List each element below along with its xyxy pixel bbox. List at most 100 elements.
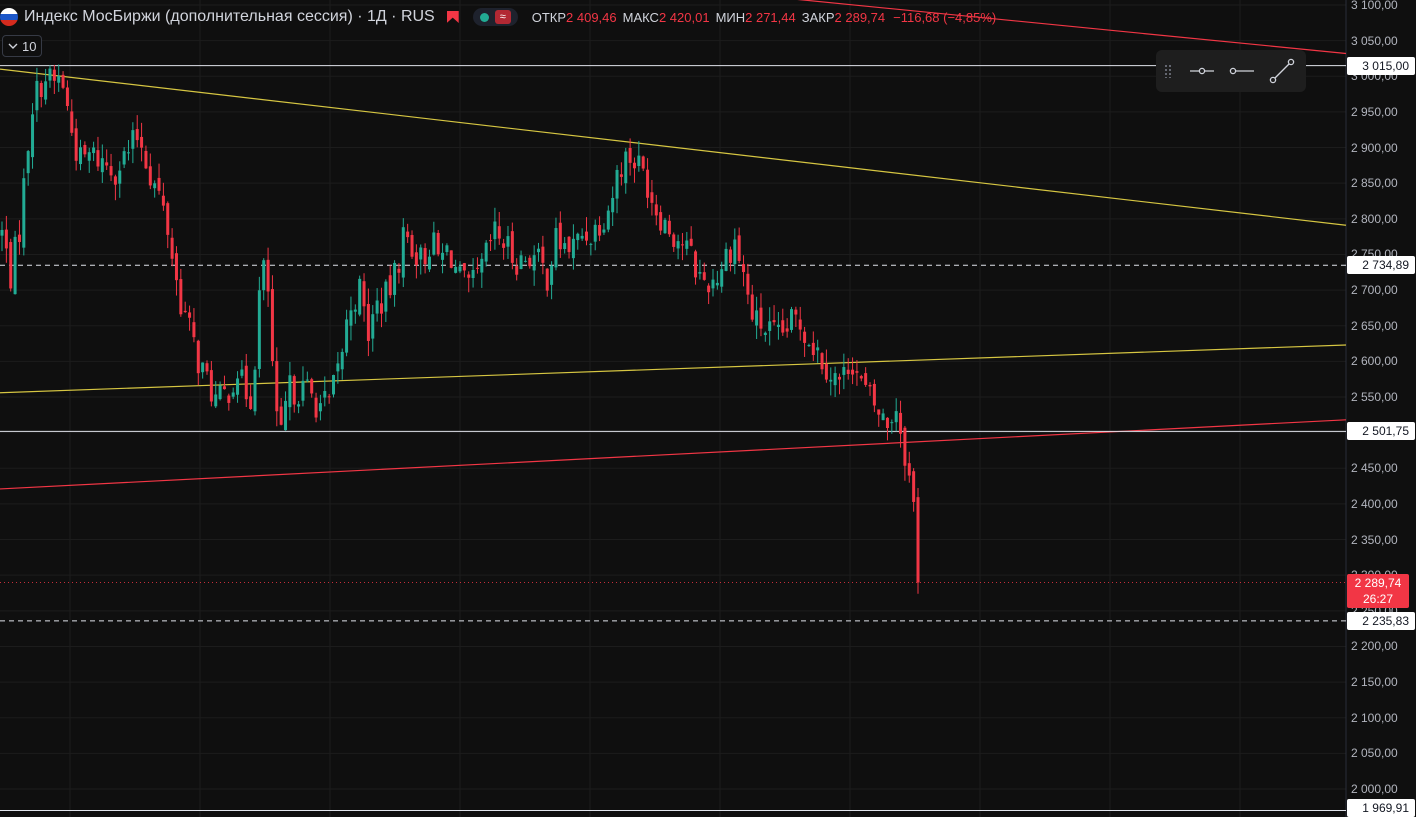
candle-body — [506, 236, 510, 247]
candle-body — [833, 373, 837, 386]
price-chart[interactable] — [0, 0, 1416, 817]
candle — [685, 231, 689, 256]
candle-body — [349, 310, 353, 326]
drag-handle-icon[interactable] — [1164, 64, 1172, 78]
horizontal-ray-tool[interactable] — [1182, 56, 1222, 86]
candle — [615, 165, 619, 214]
open-label: ОТКР — [531, 9, 567, 25]
candle-body — [332, 375, 336, 395]
candle — [279, 397, 283, 426]
candle — [912, 468, 916, 512]
candle-body — [105, 162, 109, 166]
price-axis-tick: 3 100,00 — [1351, 0, 1398, 12]
candle — [537, 242, 541, 262]
candle-body — [288, 375, 292, 408]
candle-body — [310, 379, 314, 394]
candle — [811, 331, 815, 362]
candle-body — [554, 228, 558, 268]
candle — [619, 162, 623, 186]
drawing-toolbar — [1156, 50, 1306, 92]
candle-body — [4, 229, 8, 249]
candle — [188, 305, 192, 331]
price-axis-tick: 2 050,00 — [1351, 746, 1398, 761]
candle-body — [74, 128, 78, 161]
candle-body — [209, 370, 213, 402]
indicators-toggle-button[interactable]: 10 — [2, 35, 43, 57]
candle-body — [83, 144, 87, 155]
candle-body — [776, 324, 780, 327]
candle-body — [427, 256, 431, 270]
candle-body — [907, 463, 911, 476]
candle-body — [550, 265, 554, 285]
price-level-tag: 3 015,00 — [1347, 56, 1415, 75]
candle-body — [166, 203, 170, 235]
candle-body — [410, 235, 414, 257]
candle — [275, 347, 279, 427]
candle-body — [257, 290, 261, 369]
candle — [550, 261, 554, 300]
trend-line-tool[interactable] — [1262, 56, 1302, 86]
candle — [510, 222, 514, 270]
candle-body — [632, 162, 636, 169]
candle — [297, 400, 301, 414]
candle-body — [545, 268, 549, 291]
candle-body — [48, 68, 52, 81]
market-status[interactable]: ≈ — [472, 8, 518, 26]
candle-body — [689, 238, 693, 246]
candle — [406, 223, 410, 243]
candle-body — [720, 269, 724, 287]
candle — [410, 230, 414, 259]
candle — [663, 217, 667, 234]
candle — [4, 215, 8, 263]
candle — [772, 305, 776, 326]
candle — [624, 147, 628, 194]
candle — [166, 201, 170, 249]
price-axis-tick: 2 900,00 — [1351, 140, 1398, 155]
candle-body — [885, 417, 889, 428]
candle-body — [458, 266, 462, 272]
candle — [824, 349, 828, 383]
price-axis-tick: 2 800,00 — [1351, 211, 1398, 226]
flag-icon[interactable] — [446, 11, 459, 23]
candle-body — [650, 192, 654, 203]
candle — [179, 268, 183, 317]
candle-body — [26, 151, 30, 174]
candle — [31, 103, 35, 169]
price-axis-tick: 2 700,00 — [1351, 283, 1398, 298]
candle — [628, 138, 632, 176]
chevron-down-icon — [8, 43, 18, 49]
candle-body — [436, 232, 440, 255]
candle — [397, 263, 401, 284]
price-level-tag: 2 734,89 — [1347, 256, 1415, 275]
candle — [174, 246, 178, 296]
candle-body — [135, 129, 139, 141]
candle — [458, 261, 462, 274]
candle — [52, 64, 56, 94]
candle-body — [824, 363, 828, 380]
candle-body — [183, 310, 187, 313]
candle-body — [318, 403, 322, 412]
candle — [358, 275, 362, 317]
candle-body — [31, 114, 35, 158]
horizontal-line-icon — [1190, 67, 1214, 75]
candle — [667, 214, 671, 237]
candle — [462, 262, 466, 278]
candle — [637, 140, 641, 172]
candle-body — [868, 384, 872, 387]
candle-body — [733, 239, 737, 265]
candle-body — [236, 378, 240, 395]
candle — [672, 232, 676, 252]
candle-body — [580, 235, 584, 239]
candle-body — [179, 279, 183, 315]
candle-body — [467, 274, 471, 278]
candle-body — [698, 272, 702, 274]
candle — [720, 261, 724, 293]
candle-body — [314, 397, 318, 418]
candle — [903, 425, 907, 481]
symbol-title[interactable]: Индекс МосБиржи (дополнительная сессия) … — [24, 8, 435, 26]
candle — [611, 186, 615, 227]
ray-tool[interactable] — [1222, 56, 1262, 86]
candle-body — [301, 380, 305, 401]
candle — [9, 238, 13, 292]
candle-body — [484, 242, 488, 262]
